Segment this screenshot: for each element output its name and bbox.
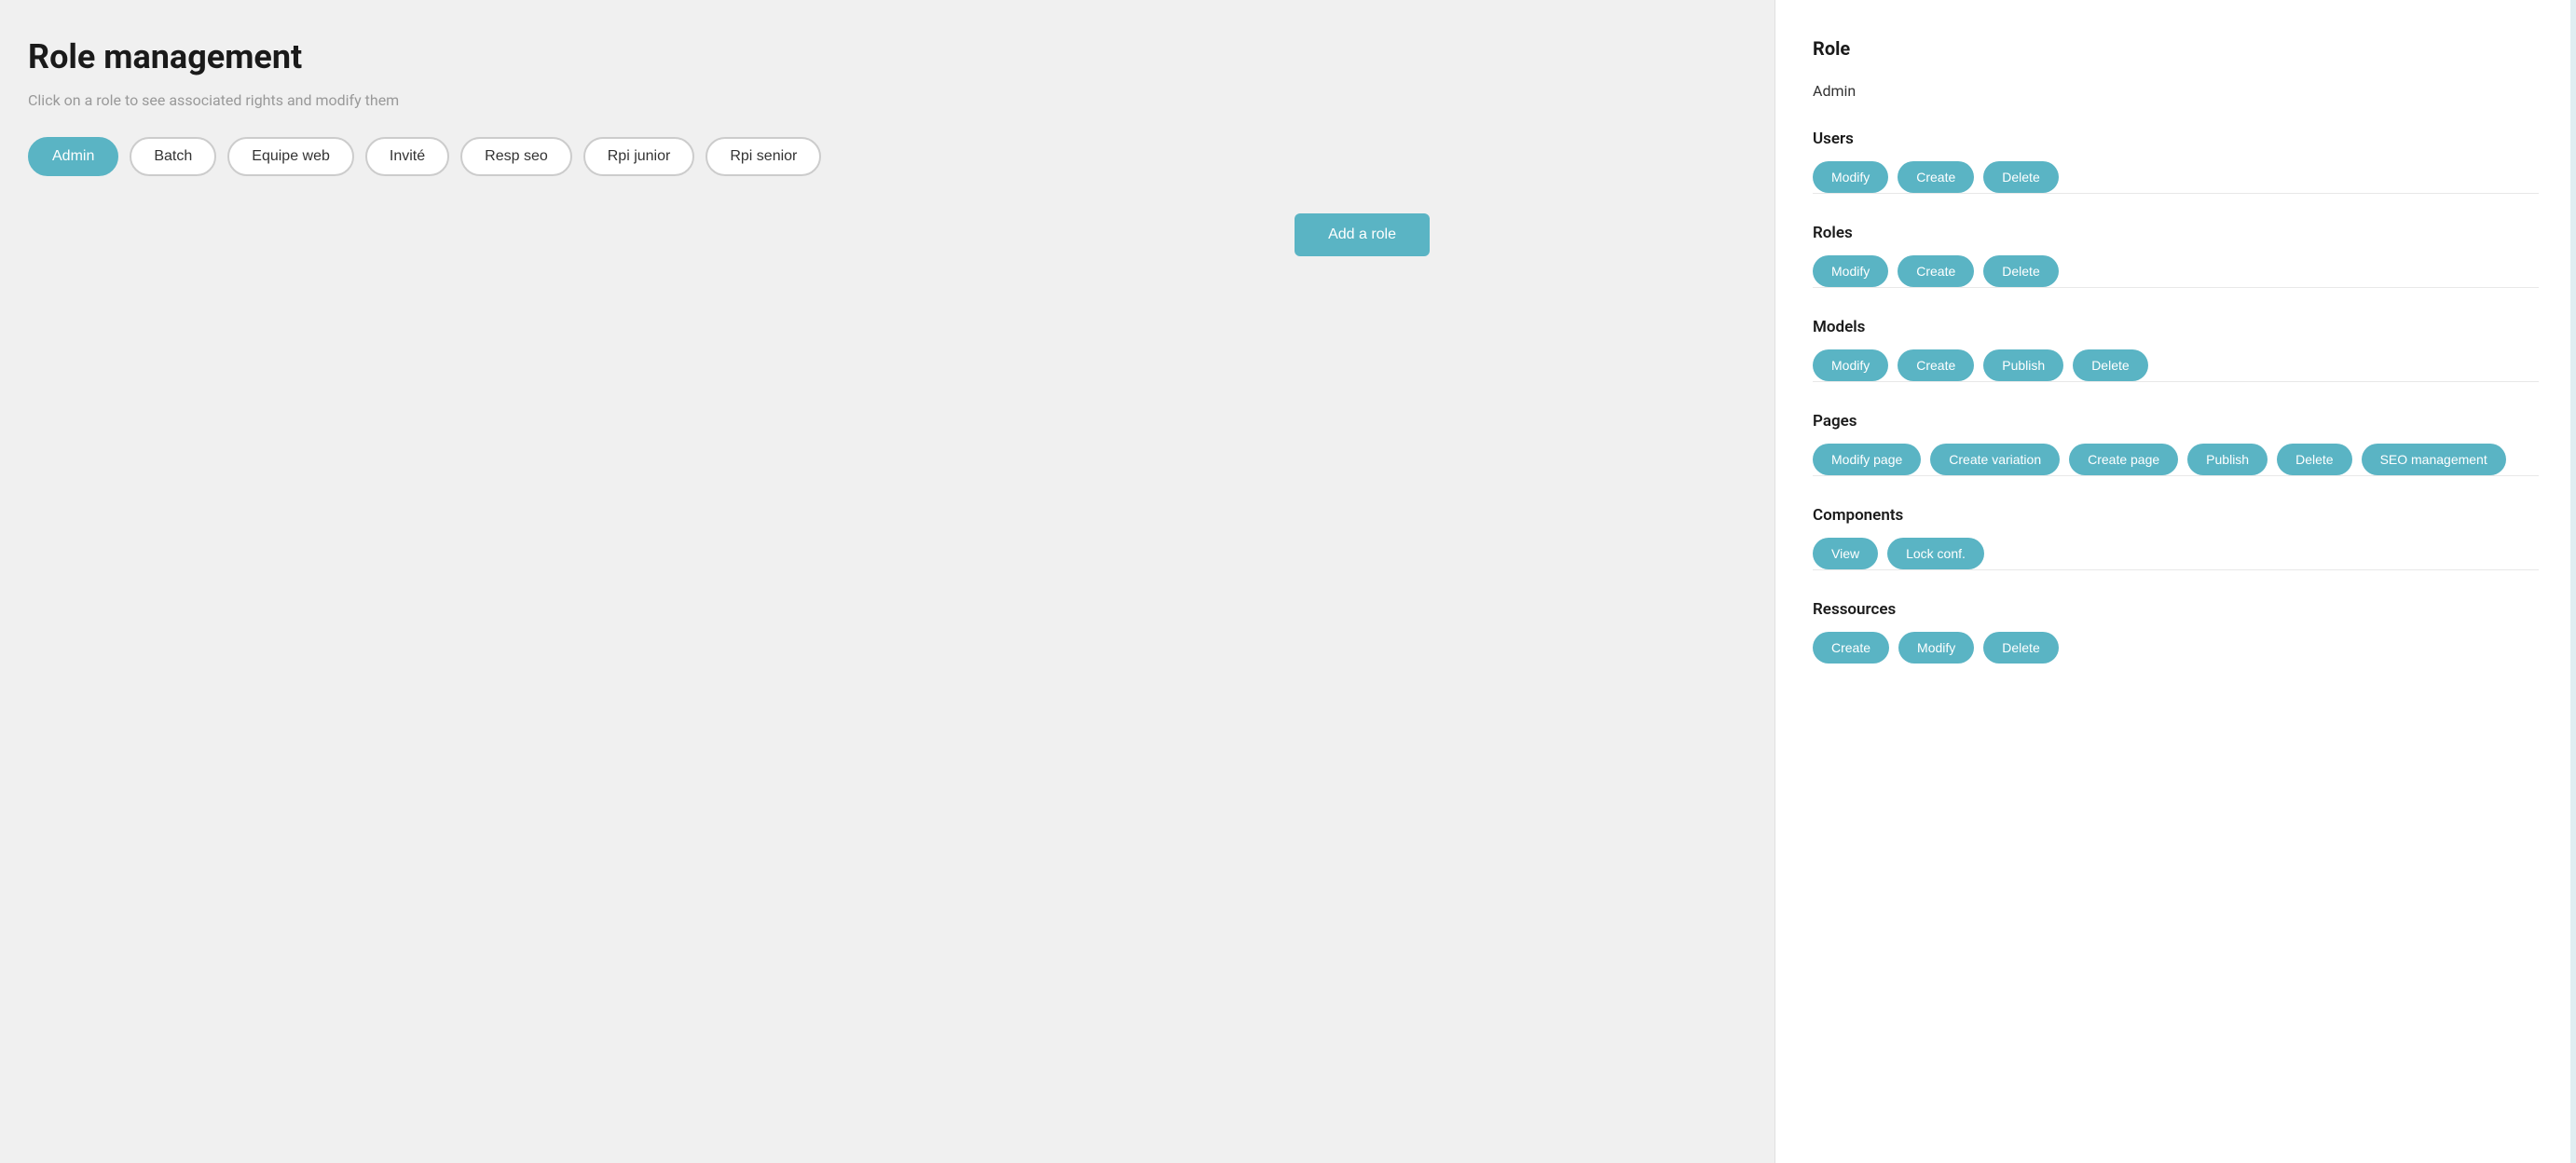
section-roles: Roles Modify Create Delete [1813,224,2539,288]
role-tag-admin[interactable]: Admin [28,137,118,176]
perm-badge-modify[interactable]: Modify [1813,349,1888,381]
permissions-components: View Lock conf. [1813,538,2539,569]
permissions-pages: Modify page Create variation Create page Pu… [1813,444,2539,475]
perm-badge-delete[interactable]: Delete [1983,255,2058,287]
perm-badge-modify[interactable]: Modify [1813,161,1888,193]
perm-badge-delete[interactable]: Delete [2277,444,2351,475]
role-tag-rpi-junior[interactable]: Rpi junior [583,137,695,176]
section-title-users: Users [1813,130,2539,148]
section-users: Users Modify Create Delete [1813,130,2539,194]
role-tag-resp-seo[interactable]: Resp seo [460,137,572,176]
permissions-ressources: Create Modify Delete [1813,632,2539,664]
section-divider [1813,287,2539,288]
roles-list: Admin Batch Equipe web Invité Resp seo Rpi ju… [28,137,1747,176]
permissions-roles: Modify Create Delete [1813,255,2539,287]
perm-badge-create[interactable]: Create [1813,632,1889,664]
page-subtitle: Click on a role to see associated rights… [28,91,1747,109]
perm-badge-seo-management[interactable]: SEO management [2362,444,2506,475]
left-panel: Role management Click on a role to see a… [0,0,1774,1163]
panel-title: Role [1813,37,2539,60]
role-tag-equipe-web[interactable]: Equipe web [227,137,354,176]
sections-container: UsersModifyCreateDeleteRolesModifyCreate… [1813,130,2539,664]
right-panel: Role Admin Users Modify Create Delete Roles M… [1774,0,2576,1163]
perm-badge-create-variation[interactable]: Create variation [1930,444,2060,475]
section-divider [1813,475,2539,476]
role-tag-invite[interactable]: Invité [365,137,449,176]
section-title-pages: Pages [1813,412,2539,431]
add-role-button[interactable]: Add a role [1295,213,1430,256]
permissions-models: Modify Create Publish Delete [1813,349,2539,381]
perm-badge-view[interactable]: View [1813,538,1878,569]
section-ressources: Ressources Create Modify Delete [1813,600,2539,664]
perm-badge-lock-conf.[interactable]: Lock conf. [1887,538,1984,569]
section-components: Components View Lock conf. [1813,506,2539,570]
perm-badge-create[interactable]: Create [1898,349,1974,381]
section-divider [1813,193,2539,194]
perm-badge-modify-page[interactable]: Modify page [1813,444,1921,475]
perm-badge-delete[interactable]: Delete [1983,632,2058,664]
perm-badge-modify[interactable]: Modify [1898,632,1974,664]
section-title-components: Components [1813,506,2539,525]
permissions-users: Modify Create Delete [1813,161,2539,193]
section-title-models: Models [1813,318,2539,336]
perm-badge-delete[interactable]: Delete [2073,349,2147,381]
perm-badge-create[interactable]: Create [1898,161,1974,193]
page-title: Role management [28,37,1747,76]
role-name-display: Admin [1813,82,2539,100]
perm-badge-modify[interactable]: Modify [1813,255,1888,287]
section-title-ressources: Ressources [1813,600,2539,619]
perm-badge-create[interactable]: Create [1898,255,1974,287]
perm-badge-publish[interactable]: Publish [1983,349,2063,381]
perm-badge-create-page[interactable]: Create page [2069,444,2178,475]
scrollbar[interactable] [2570,0,2576,1163]
perm-badge-publish[interactable]: Publish [2187,444,2268,475]
section-divider [1813,381,2539,382]
perm-badge-delete[interactable]: Delete [1983,161,2058,193]
section-divider [1813,569,2539,570]
section-models: Models Modify Create Publish Delete [1813,318,2539,382]
role-tag-rpi-senior[interactable]: Rpi senior [706,137,821,176]
section-title-roles: Roles [1813,224,2539,242]
section-pages: Pages Modify page Create variation Create p… [1813,412,2539,476]
role-tag-batch[interactable]: Batch [130,137,216,176]
